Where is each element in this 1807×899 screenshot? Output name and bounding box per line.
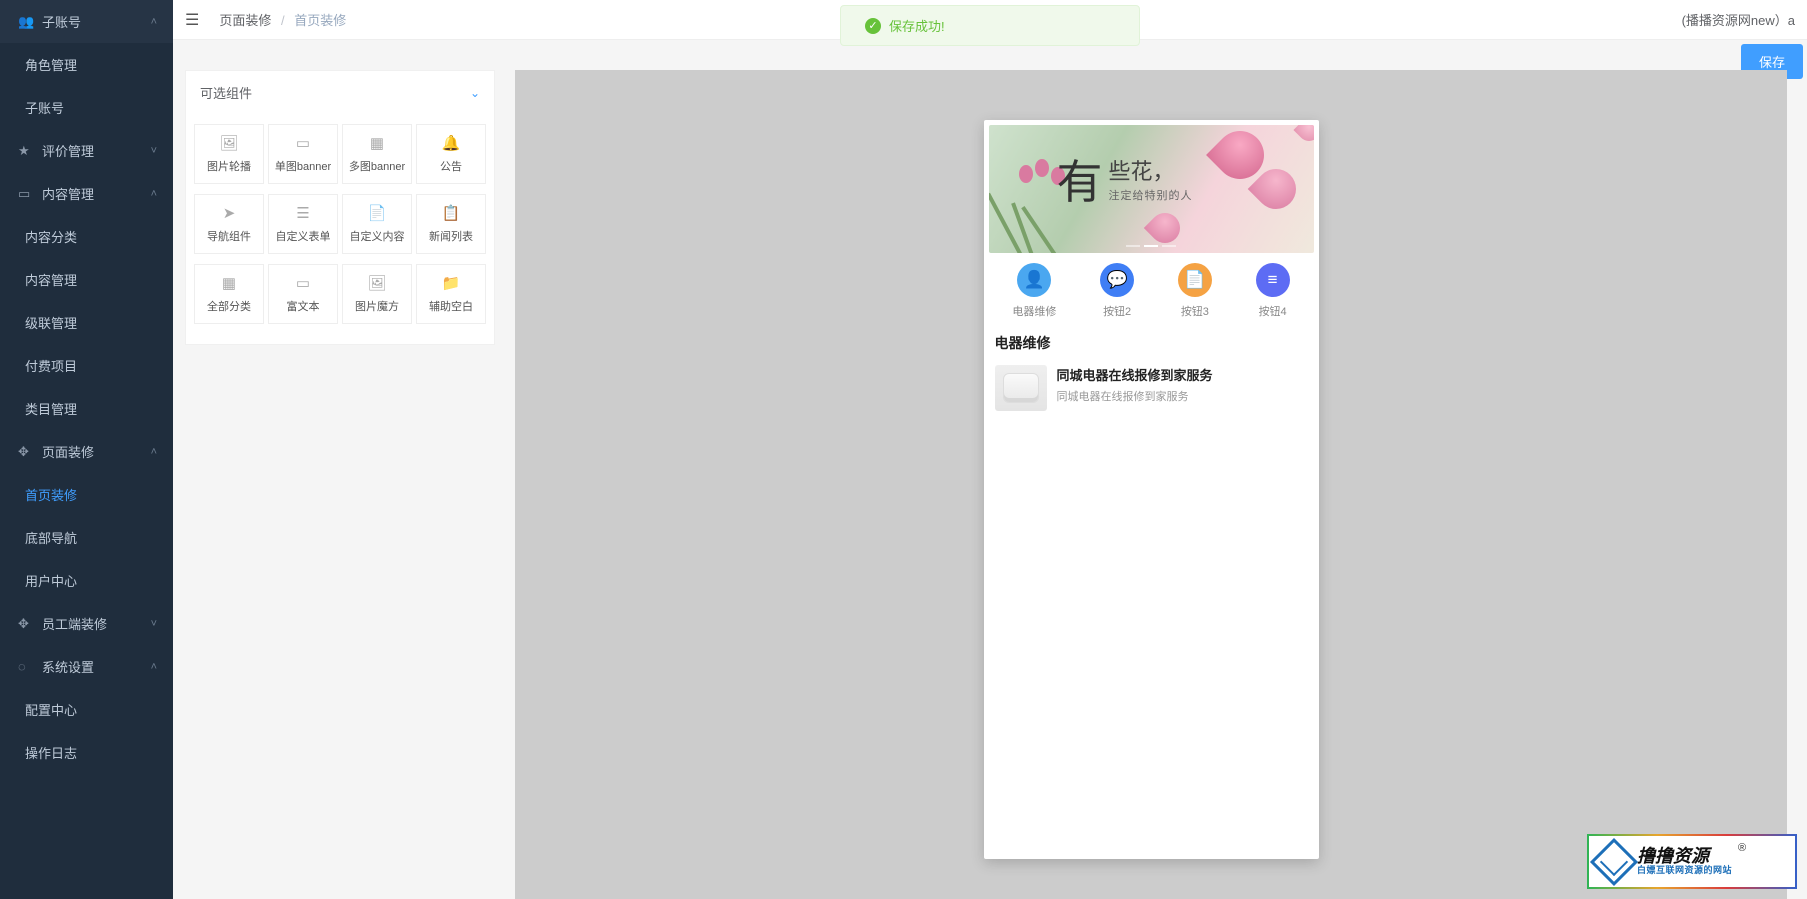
canvas: 有 些花， 注定给特别的人 👤电器维修 💬按钮2 📄按钮3 ≡按钮4 电器维修 同城电…	[515, 70, 1787, 899]
list-thumb	[995, 365, 1047, 411]
component-palette: 可选组件 ⌄ 🖼图片轮播▭单图banner▦多图banner🔔公告 ➤导航组件☰自…	[185, 70, 495, 345]
collapse-icon[interactable]: ☰	[185, 10, 199, 30]
sidebar: 👥子账号˄角色管理子账号★评价管理˅▭内容管理˄内容分类内容管理级联管理付费项目…	[0, 0, 173, 899]
richtext-icon: ▭	[296, 274, 310, 292]
breadcrumb-root[interactable]: 页面装修	[219, 13, 271, 28]
toast-text: 保存成功!	[889, 16, 945, 35]
chevron-icon: ˄	[151, 16, 157, 28]
carousel-dots[interactable]	[1126, 245, 1176, 247]
list-item[interactable]: 同城电器在线报修到家服务同城电器在线报修到家服务	[989, 361, 1314, 415]
palette-item-custom-content[interactable]: 📄自定义内容	[342, 194, 412, 254]
chevron-down-icon: ⌄	[470, 86, 480, 100]
nav-button-1[interactable]: 💬按钮2	[1100, 263, 1134, 319]
sidebar-section-1[interactable]: ★评价管理˅	[0, 129, 173, 172]
sidebar-item-2-4[interactable]: 类目管理	[0, 387, 173, 430]
preview-banner[interactable]: 有 些花， 注定给特别的人	[989, 125, 1314, 253]
check-icon: ✓	[865, 18, 881, 34]
sidebar-item-5-0[interactable]: 配置中心	[0, 688, 173, 731]
custom-content-icon: 📄	[368, 204, 387, 222]
palette-item-spacer[interactable]: 📁辅助空白	[416, 264, 486, 324]
multi-banner-icon: ▦	[370, 134, 384, 152]
user-info[interactable]: (播播资源网new）a	[1682, 10, 1795, 29]
menu-icon: ▭	[18, 186, 32, 202]
device-preview: 有 些花， 注定给特别的人 👤电器维修 💬按钮2 📄按钮3 ≡按钮4 电器维修 同城电…	[984, 120, 1319, 859]
menu-icon: 👥	[18, 14, 32, 30]
palette-item-custom-form[interactable]: ☰自定义表单	[268, 194, 338, 254]
watermark-logo-icon	[1590, 837, 1638, 885]
topbar: ☰ 页面装修 / 首页装修 (播播资源网new）a ✓ 保存成功!	[173, 0, 1807, 40]
breadcrumb: 页面装修 / 首页装修	[219, 10, 346, 29]
nav-button-2[interactable]: 📄按钮3	[1178, 263, 1212, 319]
notice-icon: 🔔	[442, 134, 461, 152]
palette-item-image-magic[interactable]: 🖼图片魔方	[342, 264, 412, 324]
section-title: 电器维修	[989, 329, 1314, 361]
sidebar-item-0-1[interactable]: 子账号	[0, 86, 173, 129]
palette-item-notice[interactable]: 🔔公告	[416, 124, 486, 184]
carousel-icon: 🖼	[219, 134, 238, 152]
chevron-icon: ˅	[151, 618, 157, 630]
sidebar-section-3[interactable]: ✥页面装修˄	[0, 430, 173, 473]
sidebar-item-5-1[interactable]: 操作日志	[0, 731, 173, 774]
single-banner-icon: ▭	[296, 134, 310, 152]
nav-icon-0: 👤	[1017, 263, 1051, 297]
menu-icon: ★	[18, 143, 32, 159]
chevron-icon: ˄	[151, 188, 157, 200]
preview-nav-grid: 👤电器维修 💬按钮2 📄按钮3 ≡按钮4	[989, 253, 1314, 329]
breadcrumb-sep: /	[281, 13, 285, 28]
nav-button-3[interactable]: ≡按钮4	[1256, 263, 1290, 319]
sidebar-section-0[interactable]: 👥子账号˄	[0, 0, 173, 43]
palette-item-richtext[interactable]: ▭富文本	[268, 264, 338, 324]
sidebar-item-2-0[interactable]: 内容分类	[0, 215, 173, 258]
nav-icon: ➤	[223, 204, 236, 222]
palette-title: 可选组件	[200, 83, 252, 102]
palette-item-all-cat[interactable]: ▦全部分类	[194, 264, 264, 324]
custom-form-icon: ☰	[296, 204, 309, 222]
sidebar-item-0-0[interactable]: 角色管理	[0, 43, 173, 86]
nav-icon-2: 📄	[1178, 263, 1212, 297]
sidebar-item-2-1[interactable]: 内容管理	[0, 258, 173, 301]
sidebar-item-3-1[interactable]: 底部导航	[0, 516, 173, 559]
palette-item-single-banner[interactable]: ▭单图banner	[268, 124, 338, 184]
palette-header[interactable]: 可选组件 ⌄	[186, 71, 494, 114]
image-magic-icon: 🖼	[367, 274, 386, 292]
banner-text: 有 些花， 注定给特别的人	[1057, 161, 1193, 203]
palette-item-carousel[interactable]: 🖼图片轮播	[194, 124, 264, 184]
nav-icon-3: ≡	[1256, 263, 1290, 297]
palette-item-nav[interactable]: ➤导航组件	[194, 194, 264, 254]
news-list-icon: 📋	[442, 204, 461, 222]
all-cat-icon: ▦	[222, 274, 236, 292]
sidebar-item-3-0[interactable]: 首页装修	[0, 473, 173, 516]
breadcrumb-current: 首页装修	[294, 13, 346, 28]
chevron-icon: ˄	[151, 661, 157, 673]
sidebar-item-2-2[interactable]: 级联管理	[0, 301, 173, 344]
sidebar-item-2-3[interactable]: 付费项目	[0, 344, 173, 387]
menu-icon: ✥	[18, 616, 32, 632]
nav-icon-1: 💬	[1100, 263, 1134, 297]
sidebar-section-2[interactable]: ▭内容管理˄	[0, 172, 173, 215]
sidebar-section-4[interactable]: ✥员工端装修˅	[0, 602, 173, 645]
menu-icon: ◌	[18, 659, 32, 674]
spacer-icon: 📁	[442, 274, 461, 292]
chevron-icon: ˄	[151, 446, 157, 458]
nav-button-0[interactable]: 👤电器维修	[1012, 263, 1056, 319]
chevron-icon: ˅	[151, 145, 157, 157]
palette-item-multi-banner[interactable]: ▦多图banner	[342, 124, 412, 184]
sidebar-item-3-2[interactable]: 用户中心	[0, 559, 173, 602]
watermark: 撸撸资源 白嫖互联网资源的网站 ®	[1587, 834, 1797, 889]
menu-icon: ✥	[18, 444, 32, 460]
sidebar-section-5[interactable]: ◌系统设置˄	[0, 645, 173, 688]
palette-item-news-list[interactable]: 📋新闻列表	[416, 194, 486, 254]
